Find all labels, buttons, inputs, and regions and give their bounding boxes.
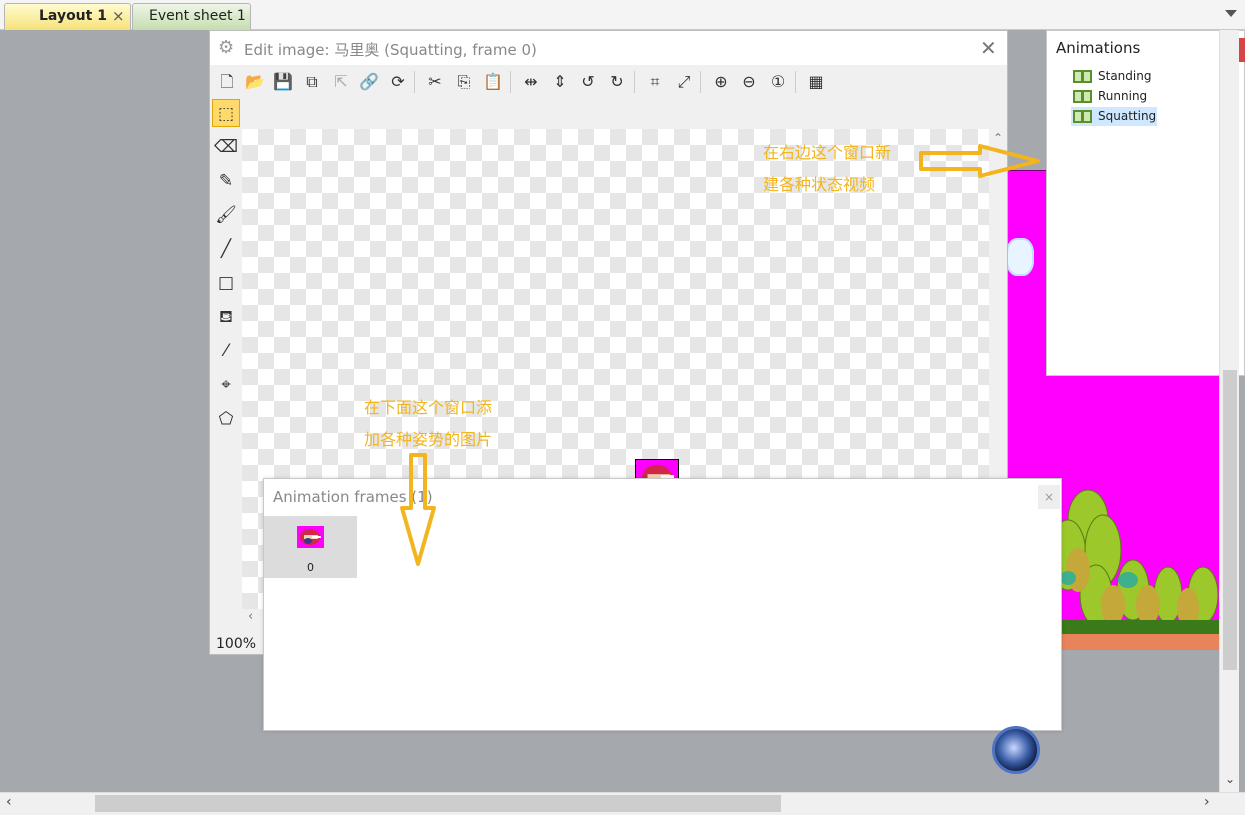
brush-icon[interactable]: 🖌 bbox=[212, 201, 240, 229]
eraser-icon[interactable]: ⌫ bbox=[212, 133, 240, 161]
film-icon bbox=[1073, 90, 1092, 103]
transparency-icon[interactable]: ▦ bbox=[805, 71, 827, 93]
annotation-right-line1: 在右边这个窗口新 bbox=[763, 143, 892, 162]
tab-bar: Layout 1 × Event sheet 1 bbox=[0, 0, 1245, 30]
annotation-bottom: 在下面这个窗口添 加各种姿势的图片 bbox=[364, 392, 492, 456]
pencil-icon[interactable]: ✎ bbox=[212, 167, 240, 195]
avatar[interactable] bbox=[992, 726, 1040, 774]
arrow-down-icon bbox=[400, 453, 436, 566]
tab-list-chevron-down-icon[interactable] bbox=[1225, 10, 1237, 17]
animation-item-standing[interactable]: Standing bbox=[1071, 67, 1201, 86]
link-icon[interactable]: 🔗 bbox=[358, 71, 380, 93]
chevron-down-icon[interactable]: ⌄ bbox=[1225, 772, 1235, 786]
tab-layout-label: Layout 1 bbox=[39, 8, 107, 24]
close-icon[interactable]: ✕ bbox=[980, 36, 997, 60]
picker-icon[interactable]: ⁄ bbox=[212, 337, 240, 365]
annotation-right: 在右边这个窗口新 建各种状态视频 bbox=[763, 137, 891, 201]
animation-item-label: Standing bbox=[1098, 69, 1152, 83]
image-toolbar: 🗋 📂 💾 ⧉ ⇱ 🔗 ⟳ ✂ ⎘ 📋 ⇹ ⇕ ↺ ↻ ⌗ ⤢ ⊕ ⊖ ① ▦ bbox=[210, 65, 1007, 99]
resize-icon[interactable]: ⤢ bbox=[673, 71, 695, 93]
rotate-left-icon[interactable]: ↺ bbox=[577, 71, 599, 93]
film-icon bbox=[1073, 70, 1092, 83]
toolbar-separator bbox=[700, 71, 701, 93]
tab-event-sheet[interactable]: Event sheet 1 bbox=[132, 3, 251, 30]
tab-event-sheet-label: Event sheet 1 bbox=[149, 8, 246, 24]
export-icon[interactable]: ⇱ bbox=[330, 71, 352, 93]
edit-image-titlebar: ⚙ Edit image: 马里奥 (Squatting, frame 0) ✕ bbox=[210, 31, 1007, 65]
open-icon[interactable]: 📂 bbox=[244, 71, 266, 93]
flip-vertical-icon[interactable]: ⇕ bbox=[549, 71, 571, 93]
frame-item[interactable]: 0 bbox=[264, 516, 357, 578]
crop-icon[interactable]: ⌗ bbox=[644, 71, 666, 93]
save-all-icon[interactable]: ⧉ bbox=[301, 71, 323, 93]
animation-item-label: Squatting bbox=[1098, 109, 1157, 123]
chevron-left-icon[interactable]: ‹ bbox=[6, 794, 12, 810]
tab-layout[interactable]: Layout 1 × bbox=[4, 3, 131, 30]
toolbar-separator bbox=[510, 71, 511, 93]
paste-icon[interactable]: 📋 bbox=[482, 71, 504, 93]
layout-horizontal-scrollbar[interactable]: ‹ › bbox=[0, 792, 1245, 815]
zoom-in-icon[interactable]: ⊕ bbox=[710, 71, 732, 93]
animations-panel-title: Animations bbox=[1056, 39, 1141, 57]
close-icon[interactable]: × bbox=[1038, 485, 1060, 509]
annotation-right-line2: 建各种状态视频 bbox=[763, 175, 876, 194]
drawing-tools: ⬚ ⌫ ✎ 🖌 ╱ □ ⛾ ⁄ ⌖ ⬠ bbox=[210, 99, 242, 429]
line-icon[interactable]: ╱ bbox=[212, 235, 240, 263]
animation-item-squatting[interactable]: Squatting bbox=[1071, 107, 1157, 126]
select-icon[interactable]: ⬚ bbox=[212, 99, 240, 127]
animation-frames-panel: Animation frames (1) × 0 bbox=[263, 478, 1062, 731]
new-icon[interactable]: 🗋 bbox=[216, 71, 238, 93]
rectangle-icon[interactable]: □ bbox=[212, 269, 240, 297]
cloud-sprite bbox=[1006, 238, 1034, 276]
scrollbar-thumb[interactable] bbox=[1223, 370, 1237, 670]
polygon-icon[interactable]: ⬠ bbox=[212, 405, 240, 433]
scrollbar-thumb[interactable] bbox=[95, 795, 781, 812]
gear-icon: ⚙ bbox=[218, 37, 235, 58]
toolbar-separator bbox=[795, 71, 796, 93]
frame-thumbnail bbox=[297, 526, 324, 548]
arrow-right-icon bbox=[919, 144, 1040, 178]
edit-image-title: Edit image: 马里奥 (Squatting, frame 0) bbox=[244, 41, 537, 59]
refresh-icon[interactable]: ⟳ bbox=[387, 71, 409, 93]
copy-icon[interactable]: ⎘ bbox=[453, 71, 475, 93]
animation-item-label: Running bbox=[1098, 89, 1148, 103]
animations-panel: Animations × Standing Running Squatting bbox=[1046, 30, 1245, 376]
save-icon[interactable]: 💾 bbox=[272, 71, 294, 93]
zoom-level: 100% bbox=[216, 636, 257, 652]
flip-horizontal-icon[interactable]: ⇹ bbox=[520, 71, 542, 93]
fill-icon[interactable]: ⛾ bbox=[212, 303, 240, 331]
toolbar-separator bbox=[634, 71, 635, 93]
origin-icon[interactable]: ⌖ bbox=[212, 371, 240, 399]
chevron-right-icon[interactable]: › bbox=[1204, 794, 1210, 810]
frame-number: 0 bbox=[307, 561, 314, 574]
film-icon bbox=[1073, 110, 1092, 123]
cut-icon[interactable]: ✂ bbox=[424, 71, 446, 93]
zoom-reset-icon[interactable]: ① bbox=[767, 71, 789, 93]
tab-close-icon[interactable]: × bbox=[112, 4, 125, 28]
chevron-left-icon[interactable]: ‹ bbox=[248, 609, 253, 624]
annotation-bottom-line1: 在下面这个窗口添 bbox=[364, 398, 493, 417]
animation-item-running[interactable]: Running bbox=[1071, 87, 1201, 106]
toolbar-separator bbox=[414, 71, 415, 93]
layout-vertical-scrollbar[interactable]: ⌄ bbox=[1219, 30, 1239, 792]
zoom-out-icon[interactable]: ⊖ bbox=[738, 71, 760, 93]
rotate-right-icon[interactable]: ↻ bbox=[606, 71, 628, 93]
